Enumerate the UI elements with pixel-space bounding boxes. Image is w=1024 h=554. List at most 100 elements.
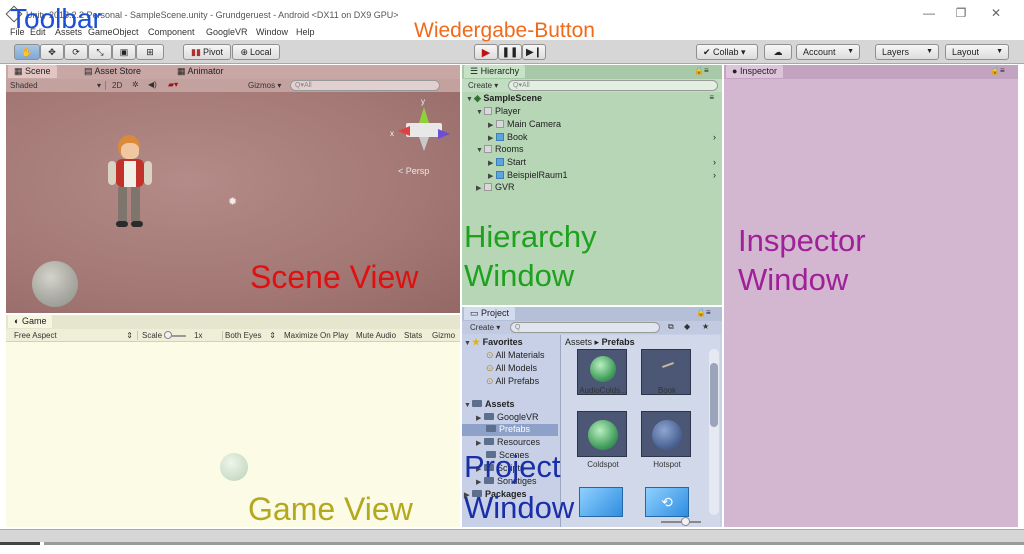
player-character[interactable] xyxy=(104,135,154,235)
hierarchy-row-beispielraum1[interactable]: ▶ BeispielRaum1 › xyxy=(488,170,718,180)
shading-dropdown[interactable]: Shaded ▾ xyxy=(10,81,106,90)
scale-slider-handle[interactable] xyxy=(164,331,172,339)
fav-all-models[interactable]: ⊙ All Models xyxy=(486,363,537,374)
maximize-icon[interactable]: ❐ xyxy=(950,6,972,20)
local-button[interactable]: ⊕ Local xyxy=(232,44,280,60)
project-search-input[interactable]: Q xyxy=(510,322,660,333)
tab-scene[interactable]: ▦ Scene xyxy=(8,65,57,78)
close-icon[interactable]: ✕ xyxy=(985,6,1007,20)
search-icon: ⊙ xyxy=(486,376,496,386)
mute-audio-toggle[interactable]: Mute Audio xyxy=(356,331,396,340)
breadcrumb-assets[interactable]: Assets xyxy=(565,337,592,347)
breadcrumb-prefabs[interactable]: Prefabs xyxy=(602,337,635,347)
scene-icon: ◈ xyxy=(474,93,484,103)
project-tabstrip: ▭ Project 🔒≡ xyxy=(462,307,722,321)
hierarchy-row-rooms[interactable]: ▼ Rooms xyxy=(476,144,524,154)
hierarchy-search-input[interactable]: Q▾All xyxy=(508,80,718,91)
audio-icon[interactable]: ◀) xyxy=(148,80,157,89)
play-button[interactable]: ▶ xyxy=(474,44,498,60)
collapse-arrow-icon: ▶ xyxy=(476,185,482,192)
filter-type-icon[interactable]: ⧉ xyxy=(668,322,674,332)
hierarchy-panel: ☰ Hierarchy 🔒≡ Create ▾ Q▾All ▼◈ SampleS… xyxy=(462,65,722,305)
layers-dropdown[interactable]: Layers ▼ xyxy=(875,44,939,60)
breadcrumb-separator-icon: ▸ xyxy=(594,337,600,347)
persp-label[interactable]: < Persp xyxy=(398,166,429,176)
hierarchy-row-start[interactable]: ▶ Start › xyxy=(488,157,718,167)
maximize-on-play-toggle[interactable]: Maximize On Play xyxy=(284,331,348,340)
scene-sphere[interactable] xyxy=(32,261,78,307)
layout-dropdown[interactable]: Layout ▼ xyxy=(945,44,1009,60)
stats-toggle[interactable]: Stats xyxy=(404,331,422,340)
transform-tool-icon[interactable]: ⊞ xyxy=(136,44,164,60)
asset-coldspot[interactable] xyxy=(577,411,627,457)
cloud-button[interactable]: ☁ xyxy=(764,44,792,60)
menu-component[interactable]: Component xyxy=(148,27,195,37)
2d-toggle[interactable]: 2D xyxy=(112,81,122,90)
folder-googlevr[interactable]: ▶ GoogleVR xyxy=(476,412,539,422)
panel-menu-icon[interactable]: 🔒≡ xyxy=(696,308,711,317)
asset-hotspot[interactable] xyxy=(641,411,691,457)
light-gizmo-icon[interactable]: ✹ xyxy=(228,195,237,208)
chevron-right-icon[interactable]: › xyxy=(713,170,716,180)
chevron-down-icon: ▾ xyxy=(96,81,101,90)
hand-tool-icon[interactable]: ✋ xyxy=(14,44,40,60)
asset-cube-refresh[interactable]: ⟲ xyxy=(645,487,689,517)
pivot-button[interactable]: ▮▮ Pivot xyxy=(183,44,231,60)
expand-arrow-icon: ▼ xyxy=(464,340,471,347)
gizmo-axis-x-label: x xyxy=(390,129,394,138)
scene-menu-icon[interactable]: ≡ xyxy=(709,93,714,102)
hierarchy-create-button[interactable]: Create ▾ xyxy=(468,81,498,90)
tab-inspector[interactable]: ● Inspector xyxy=(726,65,783,78)
chevron-right-icon[interactable]: › xyxy=(713,132,716,142)
fav-all-materials[interactable]: ⊙ All Materials xyxy=(486,350,545,361)
aspect-dropdown[interactable]: Free Aspect ⇕ xyxy=(14,331,138,340)
gizmos-toggle[interactable]: Gizmo xyxy=(432,331,455,340)
tab-asset-store[interactable]: ▤ Asset Store xyxy=(78,65,147,78)
assets-root-row[interactable]: ▼ Assets xyxy=(464,399,515,409)
project-create-button[interactable]: Create ▾ xyxy=(470,323,500,332)
collab-dropdown[interactable]: ✔ Collab ▾ xyxy=(696,44,758,60)
favorite-star-icon[interactable]: ★ xyxy=(702,322,709,331)
panel-menu-icon[interactable]: 🔒≡ xyxy=(990,66,1005,75)
hierarchy-row-main-camera[interactable]: ▶ Main Camera xyxy=(488,119,561,129)
folder-resources[interactable]: ▶ Resources xyxy=(476,437,540,447)
thumbnail-size-slider-handle[interactable] xyxy=(681,517,690,526)
tab-hierarchy[interactable]: ☰ Hierarchy xyxy=(464,65,526,78)
inspector-window-label-line2: Window xyxy=(738,262,849,297)
folder-prefabs[interactable]: Prefabs xyxy=(462,424,558,436)
filter-label-icon[interactable]: ◆ xyxy=(684,322,690,331)
hierarchy-row-book[interactable]: ▶ Book › xyxy=(488,132,718,142)
menu-help[interactable]: Help xyxy=(296,27,315,37)
gizmos-dropdown[interactable]: Gizmos ▾ xyxy=(248,81,281,90)
rect-tool-icon[interactable]: ▣ xyxy=(112,44,136,60)
rotate-tool-icon[interactable]: ⟳ xyxy=(64,44,88,60)
effects-icon[interactable]: ▰▾ xyxy=(168,80,178,89)
tab-game[interactable]: ◐ Game xyxy=(8,315,53,328)
expand-arrow-icon: ▼ xyxy=(476,147,483,154)
account-dropdown[interactable]: Account ▼ xyxy=(796,44,860,60)
minimize-icon[interactable]: — xyxy=(918,6,940,20)
chevron-right-icon[interactable]: › xyxy=(713,157,716,167)
scene-toolbar: Shaded ▾ 2D ✲ ◀) ▰▾ Gizmos ▾ Q▾All xyxy=(6,79,460,92)
pause-button[interactable]: ❚❚ xyxy=(498,44,522,60)
light-icon[interactable]: ✲ xyxy=(132,80,139,89)
scene-search-input[interactable]: Q▾All xyxy=(290,80,440,91)
tab-animator[interactable]: ▦ Animator xyxy=(171,65,230,78)
menu-googlevr[interactable]: GoogleVR xyxy=(206,27,248,37)
move-tool-icon[interactable]: ✥ xyxy=(40,44,64,60)
hierarchy-row-gvr[interactable]: ▶ GVR xyxy=(476,182,515,192)
scale-tool-icon[interactable]: ⤡ xyxy=(88,44,112,60)
panel-menu-icon[interactable]: 🔒≡ xyxy=(694,66,709,75)
orientation-gizmo[interactable]: y x xyxy=(390,97,452,155)
asset-cube-blue[interactable] xyxy=(579,487,623,517)
tab-project[interactable]: ▭ Project xyxy=(464,307,516,320)
hierarchy-row-player[interactable]: ▼ Player xyxy=(476,106,521,116)
fav-all-prefabs[interactable]: ⊙ All Prefabs xyxy=(486,376,539,387)
step-button[interactable]: ▶❙ xyxy=(522,44,546,60)
menu-window[interactable]: Window xyxy=(256,27,288,37)
vertical-scrollbar[interactable] xyxy=(709,349,719,515)
both-eyes-dropdown[interactable]: Both Eyes ⇕ xyxy=(222,331,278,340)
scrollbar-thumb[interactable] xyxy=(710,363,718,427)
favorites-row[interactable]: ▼★ Favorites xyxy=(464,337,523,348)
scene-root-row[interactable]: ▼◈ SampleScene ≡ xyxy=(466,93,720,104)
